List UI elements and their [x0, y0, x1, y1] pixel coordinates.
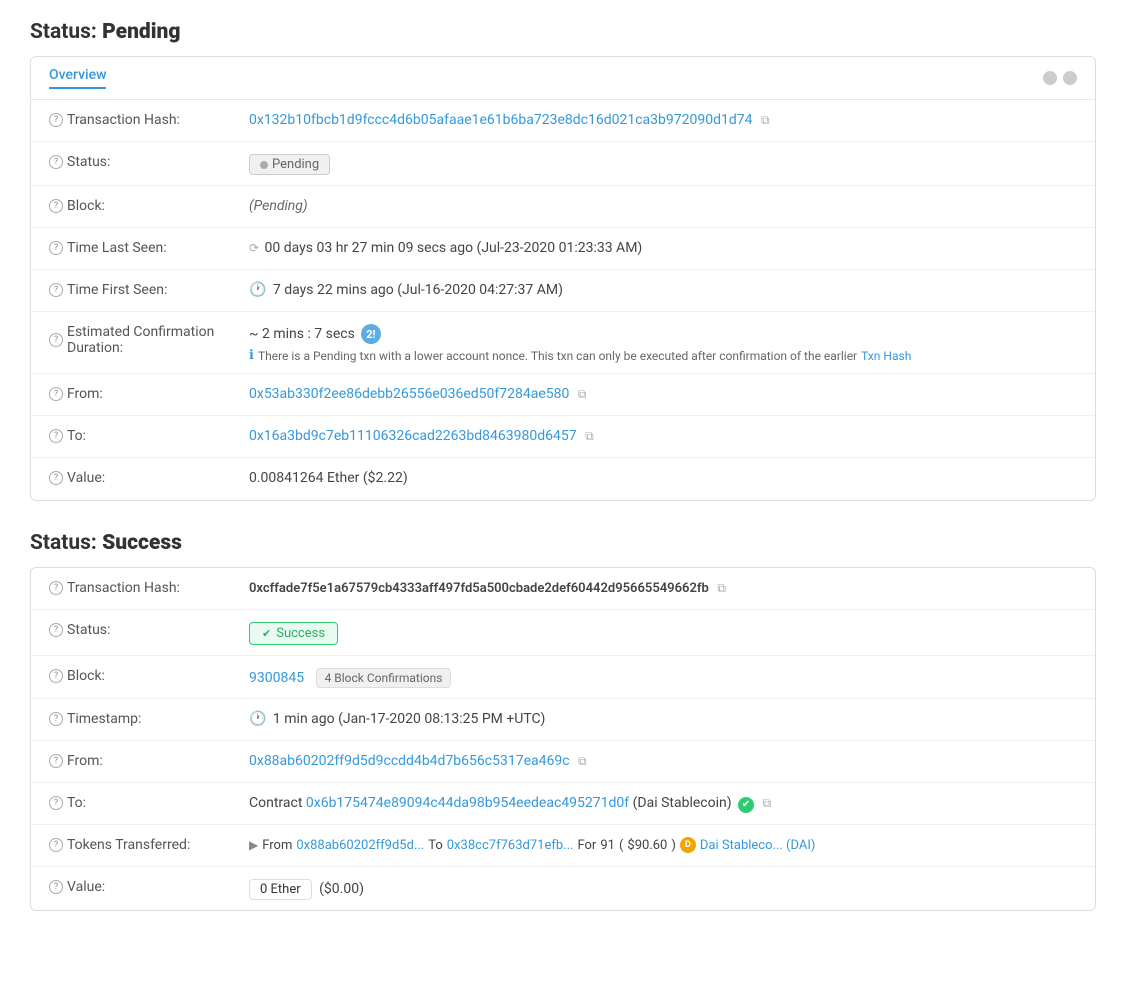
spinner-icon: ⟳: [249, 241, 259, 255]
success-timestamp-value: 🕐 1 min ago (Jan-17-2020 08:13:25 PM +UT…: [249, 709, 1077, 727]
help-icon-value[interactable]: ?: [49, 471, 63, 485]
copy-icon-success-from[interactable]: ⧉: [578, 754, 587, 769]
success-tx-hash-row: ? Transaction Hash: 0xcffade7f5e1a67579c…: [31, 568, 1095, 610]
help-icon-from[interactable]: ?: [49, 387, 63, 401]
help-icon-block[interactable]: ?: [49, 199, 63, 213]
pending-to-value: 0x16a3bd9c7eb11106326cad2263bd8463980d64…: [249, 426, 1077, 444]
header-dots: [1043, 71, 1077, 85]
copy-icon-success-txhash[interactable]: ⧉: [717, 581, 726, 596]
success-tx-hash-label: ? Transaction Hash:: [49, 578, 249, 596]
help-icon-success-from[interactable]: ?: [49, 754, 63, 768]
success-block-row: ? Block: 9300845 4 Block Confirmations: [31, 656, 1095, 699]
success-block-value: 9300845 4 Block Confirmations: [249, 666, 1077, 688]
pending-tx-hash-row: ? Transaction Hash: 0x132b10fbcb1d9fccc4…: [31, 100, 1095, 142]
copy-icon-txhash[interactable]: ⧉: [761, 113, 770, 128]
help-icon-timelast[interactable]: ?: [49, 241, 63, 255]
help-icon-success-tokens[interactable]: ?: [49, 838, 63, 852]
pending-to-label: ? To:: [49, 426, 249, 444]
overview-tab[interactable]: Overview: [49, 67, 106, 89]
copy-icon-from[interactable]: ⧉: [578, 387, 587, 402]
dot-1: [1043, 71, 1057, 85]
pending-tx-hash-value: 0x132b10fbcb1d9fccc4d6b05afaae1e61b6ba72…: [249, 110, 1077, 128]
pending-block-row: ? Block: (Pending): [31, 186, 1095, 228]
pending-estimated-value: ~ 2 mins : 7 secs 2! ℹ There is a Pendin…: [249, 322, 1077, 363]
success-section-title: Status: Success: [30, 531, 1096, 555]
ether-value-box: 0 Ether: [249, 879, 312, 900]
pending-from-label: ? From:: [49, 384, 249, 402]
success-tokens-value: ▶ From 0x88ab60202ff9d5d... To 0x38cc7f7…: [249, 835, 1077, 853]
help-icon-success-block[interactable]: ?: [49, 669, 63, 683]
pending-time-last-value: ⟳ 00 days 03 hr 27 min 09 secs ago (Jul-…: [249, 238, 1077, 256]
card-header-pending: Overview: [31, 57, 1095, 100]
info-badge: 2!: [361, 324, 381, 344]
help-icon-txhash[interactable]: ?: [49, 113, 63, 127]
success-status-value: Success: [249, 620, 1077, 645]
info-icon-note: ℹ: [249, 348, 254, 363]
help-icon-success-timestamp[interactable]: ?: [49, 712, 63, 726]
pending-value-row: ? Value: 0.00841264 Ether ($2.22): [31, 458, 1095, 500]
pending-time-first-label: ? Time First Seen:: [49, 280, 249, 298]
success-card: ? Transaction Hash: 0xcffade7f5e1a67579c…: [30, 567, 1096, 911]
copy-icon-to[interactable]: ⧉: [585, 429, 594, 444]
pending-time-last-label: ? Time Last Seen:: [49, 238, 249, 256]
success-badge: Success: [249, 622, 338, 645]
help-icon-success-status[interactable]: ?: [49, 623, 63, 637]
pending-estimated-label: ? Estimated Confirmation Duration:: [49, 322, 249, 356]
pending-value-value: 0.00841264 Ether ($2.22): [249, 468, 1077, 486]
success-tokens-row: ? Tokens Transferred: ▶ From 0x88ab60202…: [31, 825, 1095, 867]
help-icon-success-to[interactable]: ?: [49, 796, 63, 810]
success-status-label: ? Status:: [49, 620, 249, 638]
success-status-row: ? Status: Success: [31, 610, 1095, 656]
pending-status-label: ? Status:: [49, 152, 249, 170]
success-from-row: ? From: 0x88ab60202ff9d5d9ccdd4b4d7b656c…: [31, 741, 1095, 783]
pending-time-first-value: 🕐 7 days 22 mins ago (Jul-16-2020 04:27:…: [249, 280, 1077, 298]
help-icon-estimated[interactable]: ?: [49, 333, 63, 347]
success-to-value: Contract 0x6b175474e89094c44da98b954eede…: [249, 793, 1077, 813]
success-to-row: ? To: Contract 0x6b175474e89094c44da98b9…: [31, 783, 1095, 825]
pending-estimated-row: ? Estimated Confirmation Duration: ~ 2 m…: [31, 312, 1095, 374]
success-tokens-label: ? Tokens Transferred:: [49, 835, 249, 853]
pending-note-line: ℹ There is a Pending txn with a lower ac…: [249, 348, 1077, 363]
pending-time-first-row: ? Time First Seen: 🕐 7 days 22 mins ago …: [31, 270, 1095, 312]
pending-from-row: ? From: 0x53ab330f2ee86debb26556e036ed50…: [31, 374, 1095, 416]
success-block-label: ? Block:: [49, 666, 249, 684]
pending-status-value: Pending: [249, 152, 1077, 175]
pending-block-value: (Pending): [249, 196, 1077, 214]
success-from-label: ? From:: [49, 751, 249, 769]
contract-verified-icon: ✔: [738, 797, 754, 813]
dai-token-icon: D: [680, 837, 696, 853]
confirmations-badge: 4 Block Confirmations: [316, 668, 452, 688]
pending-to-row: ? To: 0x16a3bd9c7eb11106326cad2263bd8463…: [31, 416, 1095, 458]
pending-block-label: ? Block:: [49, 196, 249, 214]
help-icon-to[interactable]: ?: [49, 429, 63, 443]
dot-2: [1063, 71, 1077, 85]
pending-status-row: ? Status: Pending: [31, 142, 1095, 186]
pending-section-title: Status: Pending: [30, 20, 1096, 44]
pending-tx-hash-label: ? Transaction Hash:: [49, 110, 249, 128]
clock-icon-timestamp: 🕐: [249, 711, 266, 727]
success-value-row: ? Value: 0 Ether ($0.00): [31, 867, 1095, 910]
success-timestamp-label: ? Timestamp:: [49, 709, 249, 727]
success-value-value: 0 Ether ($0.00): [249, 877, 1077, 900]
pending-from-value: 0x53ab330f2ee86debb26556e036ed50f7284ae5…: [249, 384, 1077, 402]
help-icon-success-txhash[interactable]: ?: [49, 581, 63, 595]
clock-icon-first: 🕐: [249, 282, 266, 298]
copy-icon-success-to[interactable]: ⧉: [763, 796, 772, 811]
success-from-value: 0x88ab60202ff9d5d9ccdd4b4d7b656c5317ea46…: [249, 751, 1077, 769]
pending-badge: Pending: [249, 154, 330, 175]
success-tx-hash-value: 0xcffade7f5e1a67579cb4333aff497fd5a500cb…: [249, 578, 1077, 596]
pending-card: Overview ? Transaction Hash: 0x132b10fbc…: [30, 56, 1096, 501]
pending-time-last-row: ? Time Last Seen: ⟳ 00 days 03 hr 27 min…: [31, 228, 1095, 270]
help-icon-success-value[interactable]: ?: [49, 880, 63, 894]
arrow-right-icon: ▶: [249, 838, 258, 852]
success-value-label: ? Value:: [49, 877, 249, 895]
success-to-label: ? To:: [49, 793, 249, 811]
success-timestamp-row: ? Timestamp: 🕐 1 min ago (Jan-17-2020 08…: [31, 699, 1095, 741]
help-icon-status[interactable]: ?: [49, 155, 63, 169]
help-icon-timefirst[interactable]: ?: [49, 283, 63, 297]
pending-value-label: ? Value:: [49, 468, 249, 486]
